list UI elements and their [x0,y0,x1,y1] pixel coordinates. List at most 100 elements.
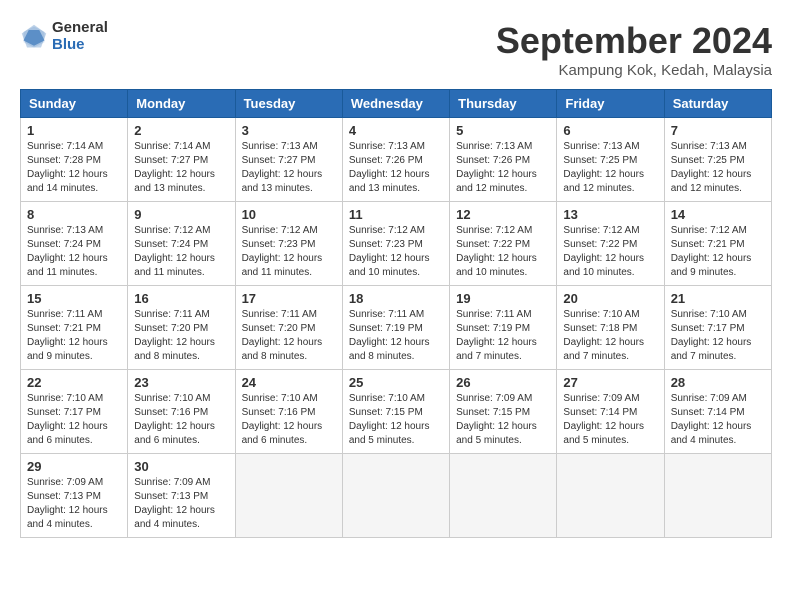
day-number: 13 [563,207,657,222]
day-number: 15 [27,291,121,306]
day-number: 17 [242,291,336,306]
calendar-cell: 19 Sunrise: 7:11 AM Sunset: 7:19 PM Dayli… [450,286,557,370]
month-title: September 2024 [496,20,772,62]
weekday-header: Friday [557,90,664,118]
calendar-week-row: 8 Sunrise: 7:13 AM Sunset: 7:24 PM Daylig… [21,202,772,286]
calendar-cell: 3 Sunrise: 7:13 AM Sunset: 7:27 PM Daylig… [235,118,342,202]
calendar-cell: 25Sunrise: 7:10 AM Sunset: 7:15 PM Dayli… [342,370,449,454]
cell-info: Sunrise: 7:13 AM Sunset: 7:26 PM Dayligh… [349,140,443,196]
calendar-body: 1 Sunrise: 7:14 AM Sunset: 7:28 PM Daylig… [21,118,772,538]
calendar-cell: 17 Sunrise: 7:11 AM Sunset: 7:20 PM Dayli… [235,286,342,370]
cell-info: Sunrise: 7:10 AM Sunset: 7:17 PM Dayligh… [27,392,121,448]
title-block: September 2024 Kampung Kok, Kedah, Malay… [496,20,772,79]
calendar-cell: 9 Sunrise: 7:12 AM Sunset: 7:24 PM Daylig… [128,202,235,286]
logo-icon [20,23,48,51]
cell-info: Sunrise: 7:12 AM Sunset: 7:22 PM Dayligh… [456,224,550,280]
cell-info: Sunrise: 7:13 AM Sunset: 7:24 PM Dayligh… [27,224,121,280]
day-number: 3 [242,123,336,138]
cell-info: Sunrise: 7:14 AM Sunset: 7:28 PM Dayligh… [27,140,121,196]
calendar-header: SundayMondayTuesdayWednesdayThursdayFrid… [21,90,772,118]
cell-info: Sunrise: 7:09 AM Sunset: 7:14 PM Dayligh… [671,392,765,448]
cell-info: Sunrise: 7:12 AM Sunset: 7:23 PM Dayligh… [242,224,336,280]
calendar-cell: 16Sunrise: 7:11 AM Sunset: 7:20 PM Dayli… [128,286,235,370]
logo: General Blue [20,20,108,53]
cell-info: Sunrise: 7:13 AM Sunset: 7:26 PM Dayligh… [456,140,550,196]
calendar-cell: 12Sunrise: 7:12 AM Sunset: 7:22 PM Dayli… [450,202,557,286]
weekday-header: Tuesday [235,90,342,118]
cell-info: Sunrise: 7:13 AM Sunset: 7:25 PM Dayligh… [563,140,657,196]
calendar-cell: 20Sunrise: 7:10 AM Sunset: 7:18 PM Dayli… [557,286,664,370]
cell-info: Sunrise: 7:12 AM Sunset: 7:21 PM Dayligh… [671,224,765,280]
cell-info: Sunrise: 7:09 AM Sunset: 7:13 PM Dayligh… [134,476,228,532]
cell-info: Sunrise: 7:10 AM Sunset: 7:18 PM Dayligh… [563,308,657,364]
calendar-cell: 4 Sunrise: 7:13 AM Sunset: 7:26 PM Daylig… [342,118,449,202]
calendar-cell: 21 Sunrise: 7:10 AM Sunset: 7:17 PM Dayli… [664,286,771,370]
calendar-cell: 29 Sunrise: 7:09 AM Sunset: 7:13 PM Dayli… [21,454,128,538]
calendar-cell [342,454,449,538]
day-number: 10 [242,207,336,222]
day-number: 1 [27,123,121,138]
day-number: 16 [134,291,228,306]
calendar-week-row: 1 Sunrise: 7:14 AM Sunset: 7:28 PM Daylig… [21,118,772,202]
calendar-cell: 8 Sunrise: 7:13 AM Sunset: 7:24 PM Daylig… [21,202,128,286]
day-number: 25 [349,375,443,390]
day-number: 28 [671,375,765,390]
cell-info: Sunrise: 7:12 AM Sunset: 7:23 PM Dayligh… [349,224,443,280]
calendar-cell [664,454,771,538]
calendar-cell: 15 Sunrise: 7:11 AM Sunset: 7:21 PM Dayli… [21,286,128,370]
day-number: 6 [563,123,657,138]
calendar-cell: 28 Sunrise: 7:09 AM Sunset: 7:14 PM Dayli… [664,370,771,454]
day-number: 4 [349,123,443,138]
calendar-cell [235,454,342,538]
day-number: 27 [563,375,657,390]
cell-info: Sunrise: 7:11 AM Sunset: 7:19 PM Dayligh… [349,308,443,364]
day-number: 22 [27,375,121,390]
cell-info: Sunrise: 7:09 AM Sunset: 7:13 PM Dayligh… [27,476,121,532]
weekday-header: Thursday [450,90,557,118]
day-number: 26 [456,375,550,390]
day-number: 5 [456,123,550,138]
cell-info: Sunrise: 7:11 AM Sunset: 7:20 PM Dayligh… [242,308,336,364]
calendar-cell: 6 Sunrise: 7:13 AM Sunset: 7:25 PM Daylig… [557,118,664,202]
day-number: 30 [134,459,228,474]
header-row: SundayMondayTuesdayWednesdayThursdayFrid… [21,90,772,118]
day-number: 29 [27,459,121,474]
logo-text: General Blue [52,20,108,53]
cell-info: Sunrise: 7:10 AM Sunset: 7:17 PM Dayligh… [671,308,765,364]
cell-info: Sunrise: 7:11 AM Sunset: 7:21 PM Dayligh… [27,308,121,364]
day-number: 9 [134,207,228,222]
cell-info: Sunrise: 7:09 AM Sunset: 7:15 PM Dayligh… [456,392,550,448]
calendar-cell: 2Sunrise: 7:14 AM Sunset: 7:27 PM Daylig… [128,118,235,202]
day-number: 8 [27,207,121,222]
weekday-header: Saturday [664,90,771,118]
cell-info: Sunrise: 7:10 AM Sunset: 7:16 PM Dayligh… [134,392,228,448]
day-number: 24 [242,375,336,390]
calendar-cell: 11Sunrise: 7:12 AM Sunset: 7:23 PM Dayli… [342,202,449,286]
logo-blue: Blue [52,37,108,54]
cell-info: Sunrise: 7:12 AM Sunset: 7:24 PM Dayligh… [134,224,228,280]
cell-info: Sunrise: 7:10 AM Sunset: 7:16 PM Dayligh… [242,392,336,448]
calendar-week-row: 15 Sunrise: 7:11 AM Sunset: 7:21 PM Dayli… [21,286,772,370]
day-number: 2 [134,123,228,138]
calendar-cell: 13 Sunrise: 7:12 AM Sunset: 7:22 PM Dayli… [557,202,664,286]
cell-info: Sunrise: 7:13 AM Sunset: 7:25 PM Dayligh… [671,140,765,196]
cell-info: Sunrise: 7:11 AM Sunset: 7:19 PM Dayligh… [456,308,550,364]
calendar-cell: 18Sunrise: 7:11 AM Sunset: 7:19 PM Dayli… [342,286,449,370]
calendar-cell: 7 Sunrise: 7:13 AM Sunset: 7:25 PM Daylig… [664,118,771,202]
calendar-cell: 26 Sunrise: 7:09 AM Sunset: 7:15 PM Dayli… [450,370,557,454]
day-number: 23 [134,375,228,390]
calendar-cell: 23 Sunrise: 7:10 AM Sunset: 7:16 PM Dayli… [128,370,235,454]
cell-info: Sunrise: 7:13 AM Sunset: 7:27 PM Dayligh… [242,140,336,196]
day-number: 7 [671,123,765,138]
calendar-table: SundayMondayTuesdayWednesdayThursdayFrid… [20,89,772,538]
day-number: 21 [671,291,765,306]
cell-info: Sunrise: 7:12 AM Sunset: 7:22 PM Dayligh… [563,224,657,280]
calendar-cell [450,454,557,538]
calendar-cell: 24 Sunrise: 7:10 AM Sunset: 7:16 PM Dayli… [235,370,342,454]
page-header: General Blue September 2024 Kampung Kok,… [20,20,772,79]
calendar-cell: 10 Sunrise: 7:12 AM Sunset: 7:23 PM Dayli… [235,202,342,286]
weekday-header: Monday [128,90,235,118]
calendar-cell [557,454,664,538]
day-number: 19 [456,291,550,306]
day-number: 14 [671,207,765,222]
